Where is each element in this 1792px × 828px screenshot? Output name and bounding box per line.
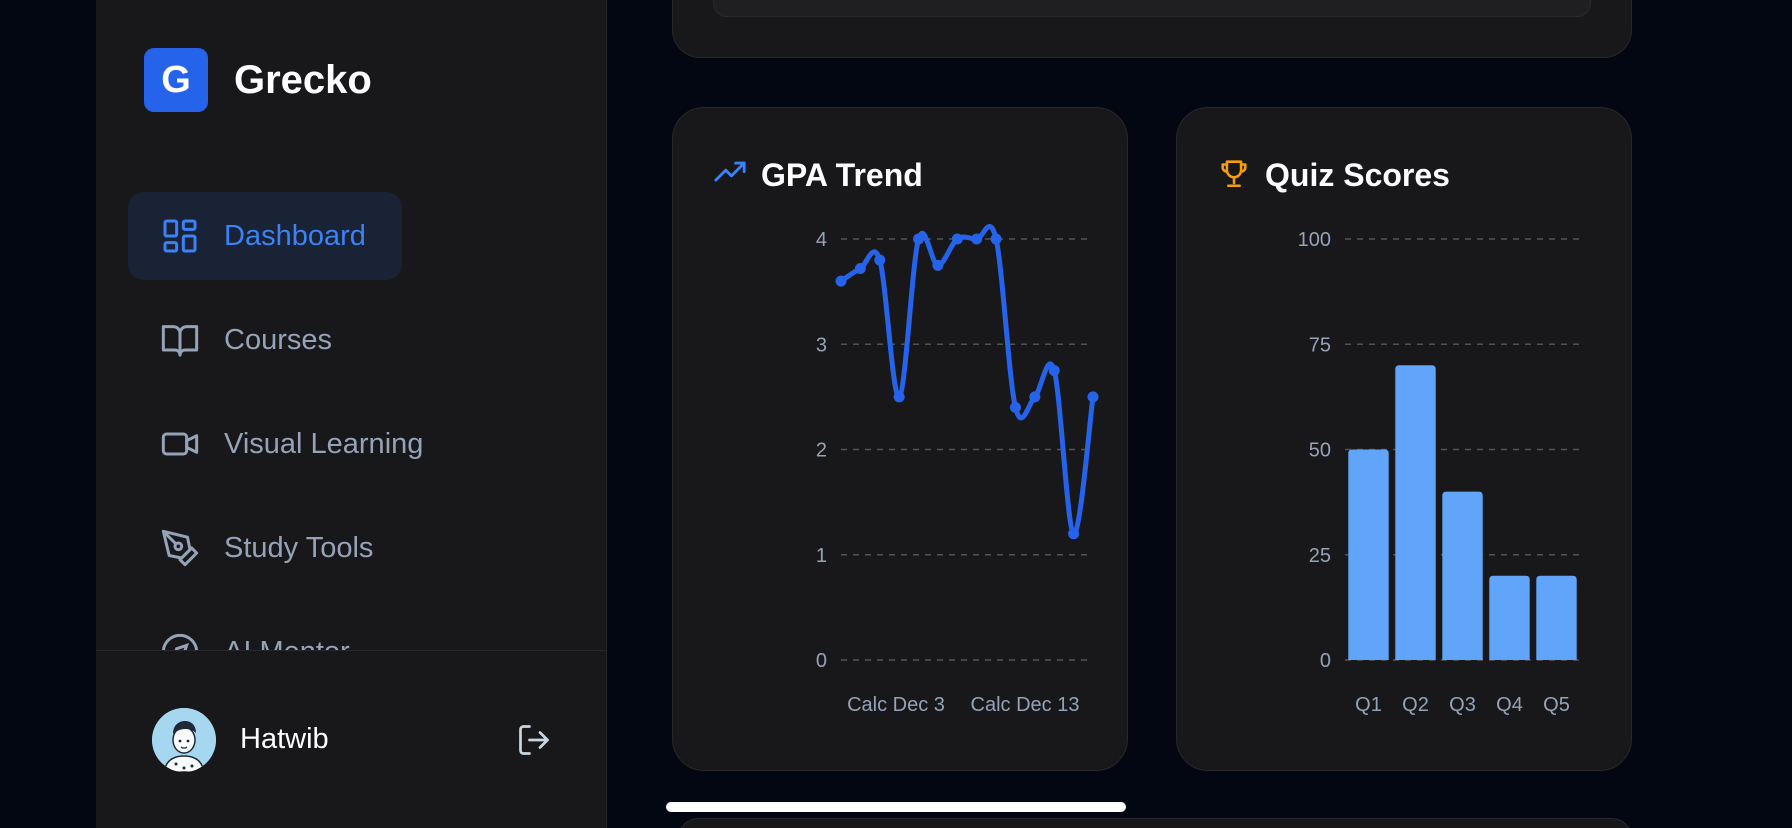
y-tick-label: 0 (1320, 650, 1331, 672)
y-tick-label: 2 (816, 440, 827, 462)
gpa-series-line (839, 224, 1096, 537)
gpa-data-point[interactable] (913, 233, 925, 245)
gpa-data-point[interactable] (1048, 365, 1060, 377)
sidebar-item-courses[interactable]: Courses (128, 296, 574, 384)
bottom-card (678, 818, 1632, 828)
brand-name: Grecko (234, 57, 372, 102)
quiz-bar[interactable] (1348, 449, 1389, 661)
quiz-bar[interactable] (1489, 575, 1530, 660)
y-tick-label: 100 (1298, 229, 1331, 251)
sidebar-nav: Dashboard Courses Visual Learning Study … (128, 192, 574, 650)
y-tick-label: 50 (1309, 440, 1331, 462)
gpa-data-point[interactable] (874, 254, 886, 266)
avatar[interactable] (152, 708, 216, 772)
y-tick-label: 25 (1309, 545, 1331, 567)
gpa-data-point[interactable] (893, 391, 905, 403)
gpa-data-point[interactable] (1009, 401, 1021, 413)
y-tick-label: 3 (816, 334, 827, 356)
brand-logo: G (144, 48, 208, 112)
gpa-data-point[interactable] (1087, 391, 1099, 403)
book-icon (160, 320, 200, 360)
sidebar-item-ai-mentor[interactable]: AI Mentor (128, 608, 574, 650)
gpa-data-point[interactable] (1029, 391, 1041, 403)
user-name: Hatwib (240, 723, 329, 755)
sidebar-item-label: AI Mentor (224, 636, 350, 651)
user-bar: Hatwib (96, 650, 606, 828)
gpa-data-point[interactable] (971, 233, 983, 245)
gpa-data-point[interactable] (932, 259, 944, 271)
y-tick-label: 1 (816, 545, 827, 567)
x-tick-label: Q3 (1449, 694, 1476, 716)
x-tick-label: Q2 (1402, 694, 1429, 716)
pen-tool-icon (160, 528, 200, 568)
sidebar-item-label: Courses (224, 323, 332, 356)
gpa-data-point[interactable] (990, 233, 1002, 245)
video-icon (160, 424, 200, 464)
top-card (672, 0, 1632, 58)
brand[interactable]: G Grecko (144, 48, 372, 112)
sidebar-item-study-tools[interactable]: Study Tools (128, 504, 574, 592)
dashboard-icon (160, 216, 200, 256)
logout-icon[interactable] (516, 722, 552, 758)
gpa-trend-card: GPA Trend 0 1 2 3 4 Calc Dec 3 Calc Dec 13 (672, 107, 1128, 771)
sidebar-item-label: Visual Learning (224, 427, 424, 460)
x-tick-label: Q4 (1496, 694, 1523, 716)
sidebar-item-label: Study Tools (224, 531, 374, 564)
gpa-data-point[interactable] (951, 233, 963, 245)
quiz-bar[interactable] (1395, 365, 1436, 660)
x-tick-label: Calc Dec 3 (847, 694, 945, 716)
horizontal-scrollbar[interactable] (666, 802, 1126, 812)
gpa-data-point[interactable] (854, 262, 866, 274)
top-card-inner (713, 0, 1591, 17)
gpa-data-point[interactable] (1068, 528, 1080, 540)
gpa-data-point[interactable] (835, 275, 847, 287)
x-tick-label: Q5 (1543, 694, 1570, 716)
main-content: GPA Trend 0 1 2 3 4 Calc Dec 3 Calc Dec 13 Qui… (607, 0, 1792, 828)
y-tick-label: 0 (816, 650, 827, 672)
quiz-bar-chart[interactable]: 0 25 50 75 100 Q1 Q2 Q3 Q4 Q5 (1177, 108, 1633, 772)
x-tick-label: Calc Dec 13 (971, 694, 1080, 716)
sidebar-item-visual-learning[interactable]: Visual Learning (128, 400, 574, 488)
gpa-line-chart[interactable]: 0 1 2 3 4 Calc Dec 3 Calc Dec 13 (673, 108, 1129, 772)
sidebar: G Grecko Dashboard Courses Visual Learni… (96, 0, 607, 828)
y-tick-label: 4 (816, 229, 827, 251)
x-tick-label: Q1 (1355, 694, 1382, 716)
compass-icon (160, 632, 200, 650)
sidebar-item-dashboard[interactable]: Dashboard (128, 192, 402, 280)
quiz-bar[interactable] (1536, 575, 1577, 660)
quiz-scores-card: Quiz Scores 0 25 50 75 100 Q1 Q2 Q3 Q4 Q5 (1176, 107, 1632, 771)
y-tick-label: 75 (1309, 334, 1331, 356)
sidebar-item-label: Dashboard (224, 219, 366, 252)
quiz-bar[interactable] (1442, 491, 1483, 660)
